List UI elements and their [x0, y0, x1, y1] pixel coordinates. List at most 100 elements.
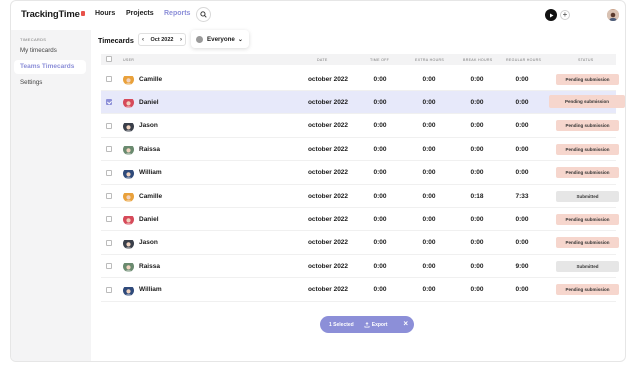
prev-month-button[interactable]: ‹ [142, 37, 144, 43]
export-label: Export [371, 321, 388, 328]
sidebar-item-my-timecards[interactable]: My timecards [20, 47, 57, 54]
user-avatar-icon [123, 286, 134, 296]
regular-hours-cell: 0:00 [515, 239, 529, 247]
time-off-cell: 0:00 [373, 262, 387, 270]
user-name: William [139, 169, 162, 177]
extra-hours-cell: 0:00 [422, 122, 436, 130]
user-avatar-icon [123, 169, 134, 179]
logo-text: TrackingTime [21, 9, 80, 20]
status-badge: Pending submission [556, 143, 619, 155]
search-button[interactable] [196, 7, 211, 22]
status-badge: Pending submission [556, 167, 619, 179]
table-row[interactable]: William october 2022 0:00 0:00 0:00 0:00 Pendi… [101, 279, 619, 302]
select-all-checkbox[interactable] [106, 56, 112, 62]
time-off-cell: 0:00 [373, 215, 387, 223]
time-off-cell: 0:00 [373, 75, 387, 83]
people-filter-label: Everyone [207, 35, 235, 43]
user-name: Jason [139, 239, 158, 247]
user-avatar-icon [123, 263, 134, 273]
row-checkbox[interactable] [106, 286, 112, 293]
table-row[interactable]: Daniel october 2022 0:00 0:00 0:00 0:00 Pendin… [101, 91, 625, 115]
date-cell: october 2022 [307, 239, 349, 247]
status-badge: Pending submission [556, 73, 619, 85]
avatar [123, 261, 134, 273]
sidebar-item-teams-timecards[interactable]: Teams Timecards [14, 60, 86, 74]
break-hours-cell: 0:00 [470, 215, 484, 223]
sidebar-item-settings[interactable]: Settings [20, 79, 42, 86]
sidebar: TIMECARDS My timecards Teams Timecards S… [11, 30, 91, 361]
date-cell: october 2022 [307, 286, 349, 294]
break-hours-cell: 0:00 [470, 169, 484, 177]
row-checkbox[interactable] [106, 239, 112, 246]
next-month-button[interactable]: › [180, 37, 182, 43]
time-off-cell: 0:00 [373, 98, 387, 106]
export-button[interactable]: Export [364, 322, 388, 328]
row-checkbox[interactable] [106, 146, 112, 153]
regular-hours-cell: 0:00 [515, 215, 529, 223]
extra-hours-cell: 0:00 [422, 75, 436, 83]
user-avatar-icon [123, 216, 134, 226]
row-checkbox[interactable] [106, 122, 112, 129]
extra-hours-cell: 0:00 [422, 98, 436, 106]
user-name: Raissa [139, 262, 160, 270]
break-hours-cell: 0:00 [470, 75, 484, 83]
break-hours-cell: 0:00 [470, 239, 484, 247]
row-checkbox[interactable] [106, 99, 112, 106]
table-row[interactable]: Camille october 2022 0:00 0:00 0:00 0:00 Pendi… [101, 68, 619, 91]
row-checkbox[interactable] [106, 169, 112, 176]
table-row[interactable]: Camille october 2022 0:00 0:00 0:18 7:33 Submi… [101, 185, 619, 208]
people-filter-dropdown[interactable]: Everyone ⌄ [191, 30, 249, 48]
extra-hours-cell: 0:00 [422, 239, 436, 247]
table-row[interactable]: William october 2022 0:00 0:00 0:00 0:00 Pendi… [101, 162, 619, 185]
time-off-cell: 0:00 [373, 286, 387, 294]
row-checkbox[interactable] [106, 216, 112, 223]
regular-hours-cell: 0:00 [515, 122, 529, 130]
page-title: Timecards [98, 36, 134, 45]
table-row[interactable]: Jason october 2022 0:00 0:00 0:00 0:00 Pending… [101, 232, 619, 255]
nav-reports[interactable]: Reports [164, 10, 190, 17]
date-cell: october 2022 [307, 122, 349, 130]
date-cell: october 2022 [307, 169, 349, 177]
column-time-off: TIME OFF [370, 57, 390, 62]
row-checkbox[interactable] [106, 76, 112, 82]
user-avatar-icon [123, 99, 134, 109]
date-cell: october 2022 [307, 262, 349, 270]
time-off-cell: 0:00 [373, 122, 387, 130]
user-name: Daniel [139, 98, 159, 106]
user-avatar-icon [123, 193, 134, 202]
logo[interactable]: TrackingTime [21, 9, 85, 20]
top-bar: TrackingTime Hours Projects Reports + [11, 1, 625, 29]
status-badge: Pending submission [556, 237, 619, 249]
logo-mark-icon [80, 11, 85, 16]
start-timer-button[interactable] [545, 9, 557, 21]
table-row[interactable]: Daniel october 2022 0:00 0:00 0:00 0:00 Pendin… [101, 208, 619, 232]
user-avatar[interactable] [607, 9, 619, 21]
table-row[interactable]: Jason october 2022 0:00 0:00 0:00 0:00 Pending… [101, 115, 619, 138]
chevron-down-icon: ⌄ [237, 36, 243, 43]
break-hours-cell: 0:00 [470, 145, 484, 153]
extra-hours-cell: 0:00 [422, 169, 436, 177]
nav-projects[interactable]: Projects [126, 10, 154, 17]
table-row[interactable]: Raissa october 2022 0:00 0:00 0:00 9:00 Submit… [101, 255, 619, 279]
column-user: USER [123, 57, 135, 62]
time-off-cell: 0:00 [373, 192, 387, 200]
regular-hours-cell: 0:00 [515, 145, 529, 153]
time-off-cell: 0:00 [373, 239, 387, 247]
avatar [123, 97, 134, 109]
break-hours-cell: 0:18 [470, 192, 484, 200]
table-row[interactable]: Raissa october 2022 0:00 0:00 0:00 0:00 Pendin… [101, 138, 619, 162]
status-badge: Submitted [556, 260, 619, 272]
close-icon[interactable]: × [403, 320, 408, 328]
search-icon [200, 11, 207, 18]
extra-hours-cell: 0:00 [422, 145, 436, 153]
user-name: Daniel [139, 215, 159, 223]
row-checkbox[interactable] [106, 193, 112, 199]
avatar [123, 74, 134, 85]
add-button[interactable]: + [560, 10, 570, 20]
extra-hours-cell: 0:00 [422, 286, 436, 294]
avatar [123, 168, 134, 179]
row-checkbox[interactable] [106, 263, 112, 270]
date-cell: october 2022 [307, 192, 349, 200]
nav-hours[interactable]: Hours [95, 10, 115, 17]
break-hours-cell: 0:00 [470, 98, 484, 106]
